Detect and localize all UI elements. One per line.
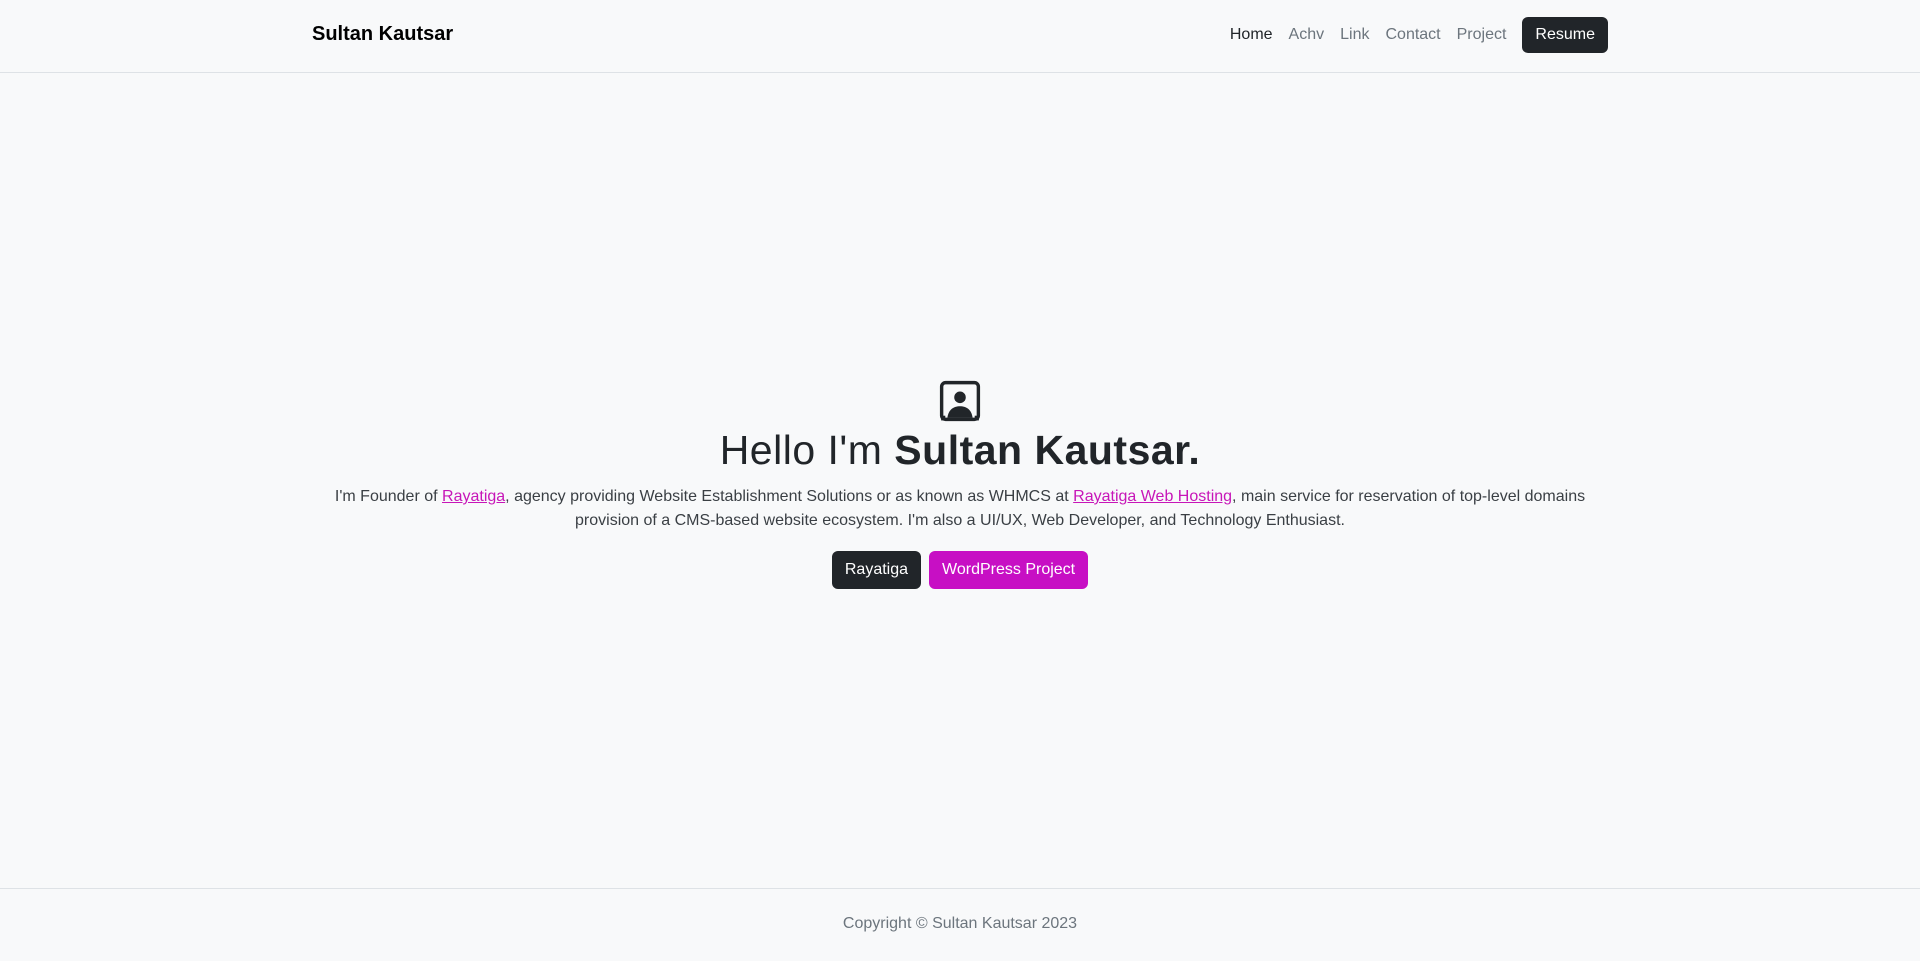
hero-section: Hello I'm Sultan Kautsar. I'm Founder of… xyxy=(0,380,1920,589)
navbar: Sultan Kautsar Home Achv Link Contact Pr… xyxy=(0,0,1920,73)
footer: Copyright © Sultan Kautsar 2023 xyxy=(0,888,1920,961)
rayatiga-link[interactable]: Rayatiga xyxy=(442,488,505,505)
nav-link-contact[interactable]: Contact xyxy=(1377,18,1448,52)
hero-title-name: Sultan Kautsar. xyxy=(894,427,1201,473)
hero-buttons: Rayatiga WordPress Project xyxy=(0,551,1920,589)
rayatiga-web-hosting-link[interactable]: Rayatiga Web Hosting xyxy=(1073,488,1232,505)
hero-text-part1: I'm Founder of xyxy=(334,488,443,505)
copyright-text: Copyright © Sultan Kautsar 2023 xyxy=(842,915,1078,932)
resume-button[interactable]: Resume xyxy=(1522,17,1608,53)
rayatiga-button[interactable]: Rayatiga xyxy=(831,551,922,589)
hero-text-part2: , agency providing Website Establishment… xyxy=(505,488,1074,505)
person-video-icon xyxy=(939,380,981,422)
nav-link-achv[interactable]: Achv xyxy=(1281,18,1333,52)
hero-title: Hello I'm Sultan Kautsar. xyxy=(0,424,1920,476)
wordpress-project-button[interactable]: WordPress Project xyxy=(929,551,1089,589)
nav-link-home[interactable]: Home xyxy=(1222,18,1281,52)
nav-links: Home Achv Link Contact Project Resume xyxy=(1222,16,1608,54)
nav-link-link[interactable]: Link xyxy=(1332,18,1377,52)
hero-title-prefix: Hello I'm xyxy=(719,427,895,473)
hero-description: I'm Founder of Rayatiga, agency providin… xyxy=(325,485,1595,533)
nav-link-project[interactable]: Project xyxy=(1449,18,1515,52)
brand-logo-text[interactable]: Sultan Kautsar xyxy=(312,23,453,46)
